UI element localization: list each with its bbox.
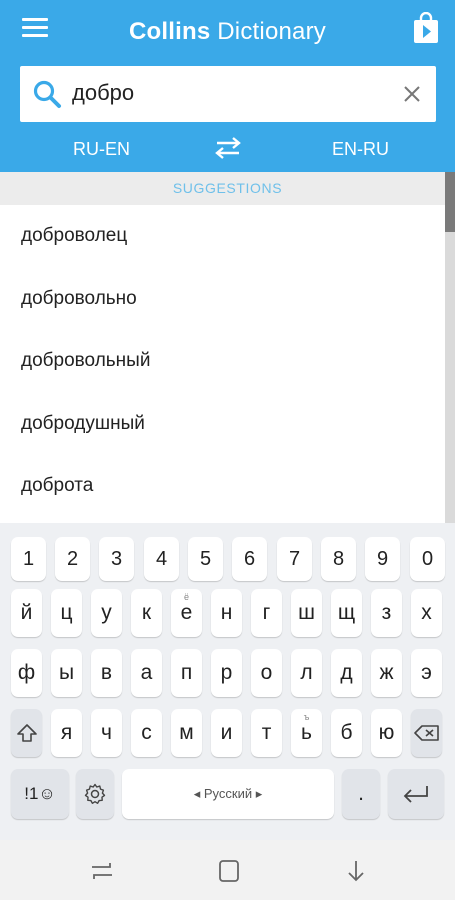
suggestion-item[interactable]: добровольный xyxy=(0,330,445,393)
key-7[interactable]: 7 xyxy=(277,537,312,581)
key-letter[interactable]: з xyxy=(371,589,402,637)
back-icon[interactable] xyxy=(342,858,370,884)
suggestion-item[interactable]: доброволец xyxy=(0,205,445,268)
space-key-label: ◂ Русский ▸ xyxy=(193,786,263,801)
search-icon[interactable] xyxy=(32,79,62,109)
key-1[interactable]: 1 xyxy=(11,537,46,581)
key-letter[interactable]: к xyxy=(131,589,162,637)
suggestion-item[interactable]: добровольно xyxy=(0,268,445,331)
period-key[interactable]: . xyxy=(342,769,380,819)
key-letter[interactable]: м xyxy=(171,709,202,757)
search-input[interactable]: добро xyxy=(72,80,134,106)
app-title: Collins Dictionary xyxy=(129,18,326,45)
key-letter[interactable]: э xyxy=(411,649,442,697)
symbols-key[interactable]: !1☺ xyxy=(11,769,69,819)
key-letter[interactable]: р xyxy=(211,649,242,697)
key-letter[interactable]: т xyxy=(251,709,282,757)
key-letter[interactable]: н xyxy=(211,589,242,637)
suggestions-header-label: SUGGESTIONS xyxy=(172,180,283,196)
key-letter[interactable]: ю xyxy=(371,709,402,757)
suggestions-header: SUGGESTIONS xyxy=(0,172,455,205)
key-letter[interactable]: а xyxy=(131,649,162,697)
key-letter[interactable]: ч xyxy=(91,709,122,757)
key-letter[interactable]: г xyxy=(251,589,282,637)
enter-icon[interactable] xyxy=(388,769,444,819)
recents-icon[interactable] xyxy=(88,858,116,884)
key-letter[interactable]: х xyxy=(411,589,442,637)
key-letter-soft-sign[interactable]: ъ ь xyxy=(291,709,322,757)
key-5[interactable]: 5 xyxy=(188,537,223,581)
key-letter-e[interactable]: ё е xyxy=(171,589,202,637)
suggestions-list: доброволец добровольно добровольный добр… xyxy=(0,205,445,523)
suggestion-item[interactable]: добродушный xyxy=(0,393,445,456)
key-hint: ё xyxy=(183,592,189,602)
key-letter[interactable]: ш xyxy=(291,589,322,637)
key-letter[interactable]: щ xyxy=(331,589,362,637)
key-letter[interactable]: й xyxy=(11,589,42,637)
key-2[interactable]: 2 xyxy=(55,537,90,581)
keyboard: 1 2 3 4 5 6 7 8 9 0 й ц у к ё е н г ш щ … xyxy=(0,523,455,840)
backspace-icon[interactable] xyxy=(411,709,442,757)
key-letter[interactable]: б xyxy=(331,709,362,757)
key-letter[interactable]: о xyxy=(251,649,282,697)
key-letter[interactable]: и xyxy=(211,709,242,757)
key-6[interactable]: 6 xyxy=(232,537,267,581)
search-field[interactable]: добро xyxy=(20,66,436,122)
space-key[interactable]: ◂ Русский ▸ xyxy=(122,769,334,819)
key-letter[interactable]: у xyxy=(91,589,122,637)
key-4[interactable]: 4 xyxy=(144,537,179,581)
key-letter[interactable]: д xyxy=(331,649,362,697)
key-9[interactable]: 9 xyxy=(365,537,400,581)
key-letter[interactable]: ж xyxy=(371,649,402,697)
suggestion-item[interactable]: доброта xyxy=(0,455,445,518)
key-letter[interactable]: ф xyxy=(11,649,42,697)
key-letter[interactable]: я xyxy=(51,709,82,757)
scrollbar-thumb[interactable] xyxy=(445,172,455,232)
key-letter[interactable]: ы xyxy=(51,649,82,697)
key-3[interactable]: 3 xyxy=(99,537,134,581)
play-store-bag-icon[interactable] xyxy=(413,11,439,44)
shift-icon[interactable] xyxy=(11,709,42,757)
key-0[interactable]: 0 xyxy=(410,537,445,581)
swap-arrows-icon[interactable] xyxy=(214,136,242,160)
home-icon[interactable] xyxy=(215,858,243,884)
key-letter-label: е xyxy=(180,601,193,624)
key-letter-label: ь xyxy=(301,721,312,744)
key-letter[interactable]: п xyxy=(171,649,202,697)
suggestions-scrollbar[interactable] xyxy=(445,172,455,523)
gear-icon[interactable] xyxy=(76,769,114,819)
key-letter[interactable]: ц xyxy=(51,589,82,637)
key-letter[interactable]: в xyxy=(91,649,122,697)
close-icon[interactable] xyxy=(402,84,422,104)
key-letter[interactable]: с xyxy=(131,709,162,757)
key-letter[interactable]: л xyxy=(291,649,322,697)
app-header: Collins Dictionary добро RU-EN EN-RU xyxy=(0,0,455,172)
key-8[interactable]: 8 xyxy=(321,537,356,581)
key-hint: ъ xyxy=(303,712,310,722)
direction-en-ru-button[interactable]: EN-RU xyxy=(332,139,389,160)
direction-ru-en-button[interactable]: RU-EN xyxy=(73,139,130,160)
system-nav-bar xyxy=(0,840,455,900)
